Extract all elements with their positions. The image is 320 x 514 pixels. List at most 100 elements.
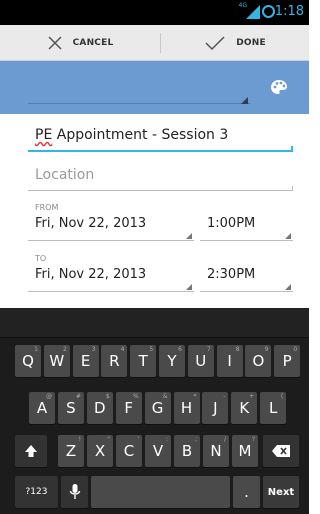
key-hint: 6	[178, 346, 182, 353]
shift-key[interactable]	[15, 435, 47, 467]
action-bar: CANCEL DONE	[0, 25, 309, 61]
to-time-underline	[200, 291, 293, 292]
key-s[interactable]: S #	[57, 392, 84, 424]
key-x[interactable]: X "	[87, 435, 113, 467]
key-l[interactable]: L(	[260, 392, 287, 424]
close-icon	[48, 36, 62, 50]
key-hint: #	[75, 393, 81, 400]
keyboard-suggestion-strip	[0, 308, 309, 338]
key-hint: (	[280, 393, 284, 400]
key-h[interactable]: H *	[173, 392, 200, 424]
key-label: Z	[65, 442, 77, 460]
from-time-underline	[200, 240, 293, 241]
key-hint: ?	[251, 436, 255, 443]
key-hint: '	[137, 436, 139, 443]
period-key[interactable]: .	[233, 476, 260, 508]
key-hint: 2	[62, 346, 67, 353]
key-w[interactable]: W2	[43, 345, 70, 377]
key-label: W	[49, 352, 65, 370]
from-date-underline	[28, 240, 194, 241]
key-k[interactable]: K +	[231, 392, 258, 424]
symbols-key[interactable]: ?123	[15, 476, 58, 508]
key-hint: 9	[264, 346, 269, 353]
key-y[interactable]: Y6	[159, 345, 185, 377]
key-hint: 7	[206, 346, 211, 353]
microphone-icon	[69, 484, 80, 499]
key-n[interactable]: N /	[203, 435, 229, 467]
key-e[interactable]: E3	[72, 345, 99, 377]
title-underline	[28, 150, 293, 152]
location-field[interactable]: Location	[35, 167, 94, 183]
backspace-icon	[272, 445, 290, 457]
key-label: E	[80, 352, 91, 370]
key-hint: -	[223, 393, 226, 400]
to-date-arrow	[186, 284, 192, 290]
key-label: S	[66, 399, 76, 417]
key-label: D	[94, 399, 106, 417]
cancel-button[interactable]: CANCEL	[0, 25, 160, 61]
key-label: P	[282, 352, 292, 370]
calendar-spinner-underline	[28, 103, 250, 104]
key-i[interactable]: I8	[216, 345, 243, 377]
voice-input-key[interactable]	[61, 476, 88, 508]
done-button[interactable]: DONE	[161, 25, 309, 61]
from-time-spinner[interactable]: 1:00PM	[207, 216, 255, 231]
to-date-spinner[interactable]: Fri, Nov 22, 2013	[35, 267, 146, 282]
key-label: K	[239, 399, 250, 417]
key-label: A	[36, 399, 48, 417]
to-time-arrow	[285, 284, 291, 290]
to-date-underline	[28, 291, 194, 292]
key-label: Q	[22, 352, 34, 370]
key-b[interactable]: B;	[174, 435, 200, 467]
space-key[interactable]	[91, 476, 230, 508]
shift-icon	[25, 445, 37, 457]
key-label: V	[152, 442, 164, 460]
key-g[interactable]: G &	[144, 392, 171, 424]
done-label: DONE	[236, 38, 266, 48]
key-p[interactable]: P0	[274, 345, 301, 377]
key-hint: 1	[34, 346, 38, 353]
key-hint: !	[78, 436, 81, 443]
key-f[interactable]: F%	[115, 392, 142, 424]
key-label: L	[269, 399, 278, 417]
key-c[interactable]: C '	[116, 435, 142, 467]
to-time-spinner[interactable]: 2:30PM	[207, 267, 255, 282]
from-date-spinner[interactable]: Fri, Nov 22, 2013	[35, 216, 146, 231]
key-label: X	[94, 442, 106, 460]
key-label: R	[109, 352, 120, 370]
title-field[interactable]: PE Appointment - Session 3	[35, 127, 228, 143]
key-hint: 4	[120, 346, 125, 353]
key-a[interactable]: A @	[29, 392, 55, 424]
key-label: Y	[167, 352, 177, 370]
key-hint: /	[223, 436, 226, 443]
key-o[interactable]: O9	[245, 345, 272, 377]
from-time-arrow	[285, 233, 291, 239]
location-underline	[28, 190, 293, 191]
key-t[interactable]: T5	[130, 345, 157, 377]
key-u[interactable]: U7	[187, 345, 214, 377]
key-r[interactable]: R4	[101, 345, 128, 377]
key-q[interactable]: Q1	[15, 345, 41, 377]
key-hint: 0	[293, 346, 298, 353]
key-label: I	[227, 352, 232, 370]
cancel-label: CANCEL	[72, 38, 114, 48]
key-hint: 5	[149, 346, 154, 353]
key-hint: 3	[91, 346, 96, 353]
backspace-key[interactable]	[263, 435, 299, 467]
key-label: C	[123, 442, 135, 460]
key-v[interactable]: V:	[145, 435, 171, 467]
sync-icon	[262, 5, 275, 18]
key-hint: 8	[235, 346, 240, 353]
key-d[interactable]: D $	[86, 392, 113, 424]
key-hint: "	[107, 436, 110, 443]
from-date-arrow	[186, 233, 192, 239]
palette-icon[interactable]	[270, 79, 288, 95]
key-m[interactable]: M?	[232, 435, 258, 467]
key-label: N	[210, 442, 222, 460]
key-z[interactable]: Z!	[58, 435, 84, 467]
next-key[interactable]: Next	[263, 476, 299, 508]
from-label: FROM	[35, 203, 59, 212]
key-j[interactable]: J-	[202, 392, 229, 424]
calendar-color-bar[interactable]	[0, 61, 309, 114]
signal-icon	[246, 5, 260, 19]
